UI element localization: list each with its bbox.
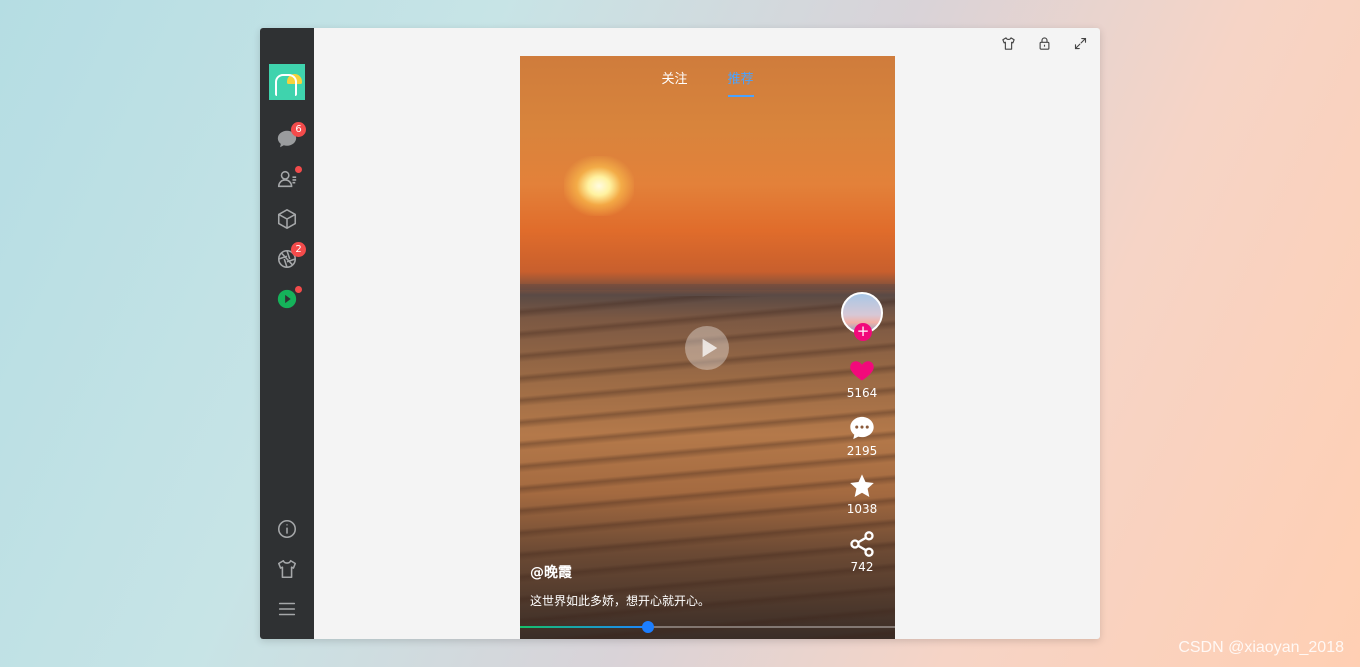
- window-toolbar: [998, 33, 1090, 53]
- comment-button[interactable]: 2195: [846, 414, 878, 458]
- watermark: CSDN @xiaoyan_2018: [1178, 639, 1344, 656]
- favorite-count: 1038: [846, 502, 878, 516]
- lock-icon: [1039, 36, 1049, 50]
- cube-icon: [277, 209, 297, 229]
- sidebar-item-chat[interactable]: 6: [272, 122, 306, 154]
- sidebar-item-video[interactable]: [272, 284, 302, 314]
- video-player[interactable]: 关注 推荐 + 5164 2195 1038 742 @晚霞 这世界如此多娇，想…: [520, 56, 895, 639]
- follow-button[interactable]: +: [854, 323, 872, 341]
- avatar-figure-shape: [275, 74, 297, 96]
- sidebar-item-info[interactable]: [272, 514, 302, 544]
- video-tabs: 关注 推荐: [520, 68, 895, 97]
- app-window: 6 2 关注 推荐 + 5164 2195 1038 742 @晚霞 这世界如此…: [260, 28, 1100, 639]
- menu-icon: [278, 602, 296, 616]
- star-icon: [850, 474, 874, 497]
- lock-button[interactable]: [1034, 33, 1054, 53]
- sidebar-item-contacts[interactable]: [272, 164, 302, 194]
- sidebar-item-aperture[interactable]: 2: [272, 242, 306, 274]
- sunset-sun: [564, 156, 634, 216]
- aperture-badge: 2: [291, 242, 306, 257]
- sidebar: 6 2: [260, 28, 314, 639]
- progress-handle[interactable]: [641, 621, 654, 633]
- share-count: 742: [850, 560, 874, 574]
- sidebar-item-skin[interactable]: [272, 554, 302, 584]
- user-avatar[interactable]: [269, 64, 305, 100]
- share-button[interactable]: 742: [847, 530, 877, 574]
- shirt-icon: [1001, 36, 1015, 50]
- progress-fill: [520, 626, 648, 628]
- contacts-notify-dot: [295, 166, 302, 173]
- skin-button[interactable]: [998, 33, 1018, 53]
- share-icon: [850, 531, 874, 557]
- tab-recommend[interactable]: 推荐: [727, 68, 754, 97]
- heart-icon: [850, 361, 874, 381]
- like-count: 5164: [846, 386, 878, 400]
- sidebar-item-cube[interactable]: [272, 204, 302, 234]
- comment-icon: [850, 416, 874, 440]
- video-description: 这世界如此多娇，想开心就开心。: [530, 594, 711, 608]
- play-icon: [702, 338, 718, 358]
- like-button[interactable]: 5164: [846, 356, 878, 400]
- chat-badge: 6: [291, 122, 306, 137]
- comment-count: 2195: [846, 444, 878, 458]
- author-username[interactable]: @晚霞: [530, 562, 710, 582]
- tab-following[interactable]: 关注: [661, 68, 687, 97]
- horizon-line: [520, 284, 895, 290]
- video-actions: + 5164 2195 1038 742: [839, 292, 885, 574]
- author-avatar[interactable]: +: [841, 292, 883, 341]
- shirt-icon: [277, 559, 297, 579]
- sidebar-item-menu[interactable]: [272, 594, 302, 624]
- fullscreen-button[interactable]: [1070, 33, 1090, 53]
- video-caption: @晚霞 这世界如此多娇，想开心就开心。: [530, 562, 710, 609]
- fullscreen-icon: [1074, 37, 1086, 49]
- play-button[interactable]: [685, 326, 729, 370]
- progress-bar[interactable]: [520, 621, 895, 633]
- favorite-button[interactable]: 1038: [846, 472, 878, 516]
- info-icon: [277, 519, 297, 539]
- video-notify-dot: [295, 286, 302, 293]
